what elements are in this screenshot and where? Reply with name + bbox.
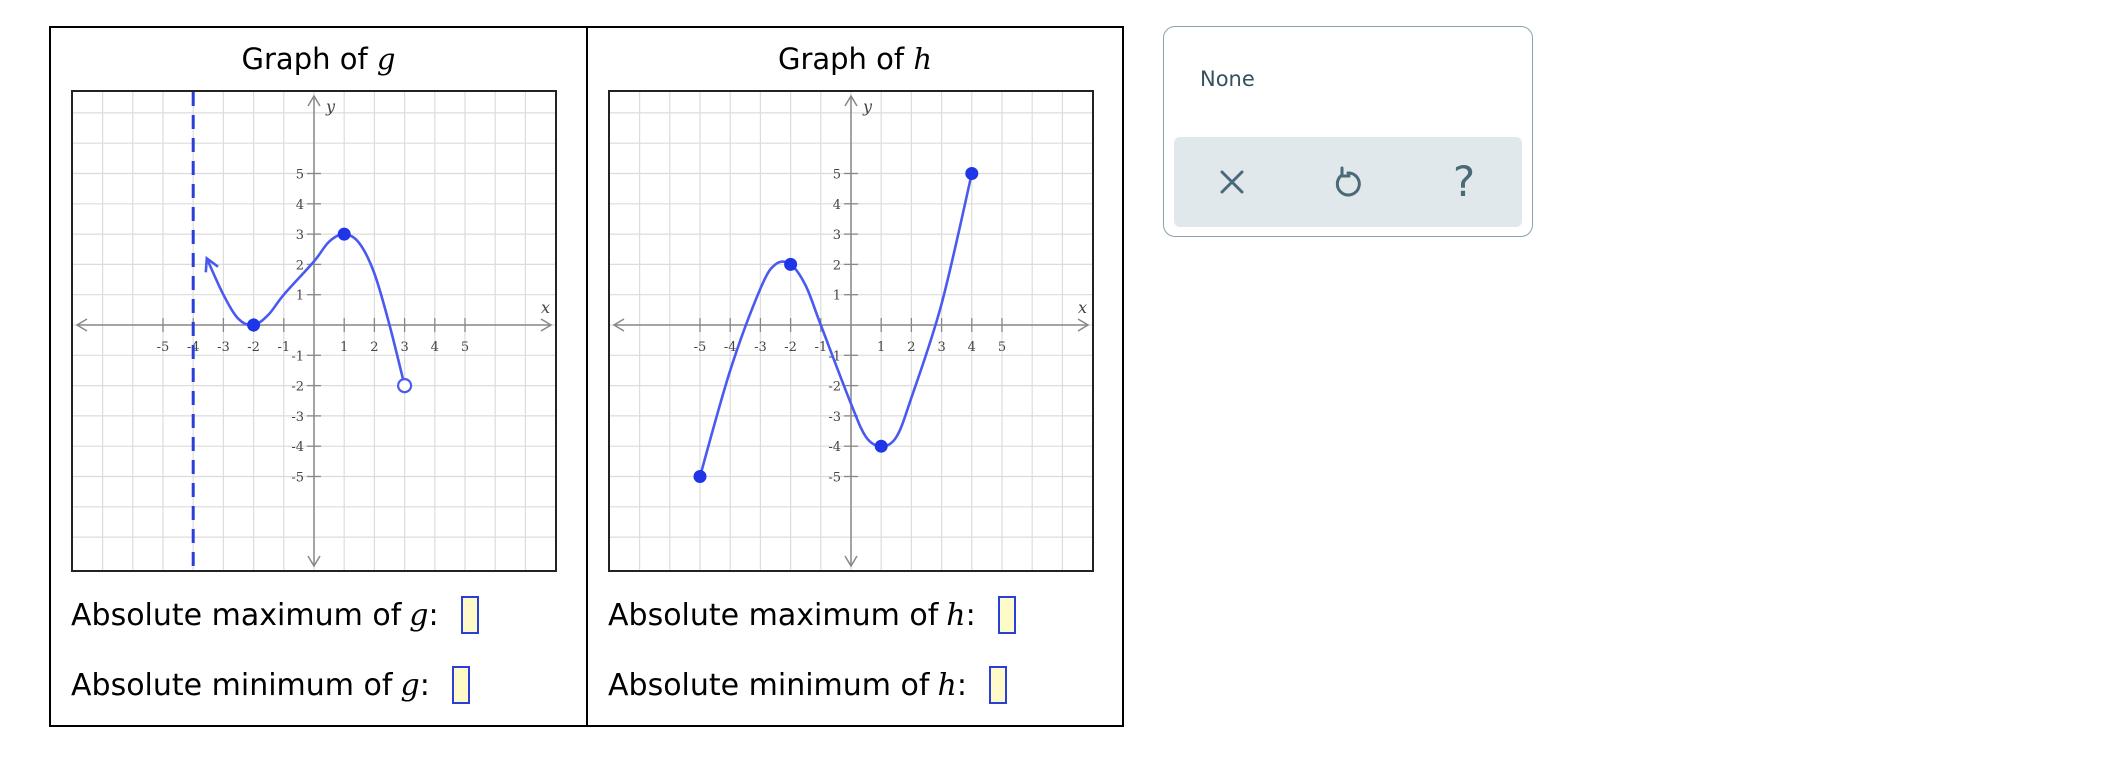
x-tick-label: 5 [461, 340, 469, 355]
closed-point [693, 470, 707, 483]
x-tick-label: -5 [694, 340, 707, 355]
x-axis-label: x [541, 298, 550, 317]
question-table: Graph of g -5 -4 -3 -2 -1 1 2 3 4 5 -5 -4 -3 -2 -1 1 2 3 4… [49, 26, 1124, 727]
abs-min-h-row: Absolute minimum of h : [608, 666, 1007, 704]
abs-min-g-input[interactable] [451, 666, 470, 704]
y-axis-label: y [325, 97, 336, 116]
graph-h-svg: -5 -4 -3 -2 -1 1 2 3 4 5-5-4-3-2-112345xy [610, 92, 1092, 570]
abs-max-g-var: g [409, 597, 429, 633]
y-tick-label: -2 [291, 380, 304, 395]
graph-g-title: Graph of g [51, 42, 586, 76]
abs-max-g-row: Absolute maximum of g : [71, 596, 479, 634]
x-tick-label: 2 [907, 340, 915, 355]
y-tick-label: -2 [828, 380, 841, 395]
x-tick-label: -1 [277, 340, 290, 355]
abs-max-h-var: h [946, 597, 966, 633]
x-tick-label: 4 [431, 340, 439, 355]
abs-max-h-input[interactable] [997, 596, 1016, 634]
y-tick-label: 3 [296, 228, 304, 243]
x-tick-label: -3 [217, 340, 230, 355]
abs-max-h-colon: : [965, 597, 976, 633]
graph-g-title-var: g [376, 42, 396, 76]
y-tick-label: 5 [296, 168, 304, 183]
x-tick-label: -5 [157, 340, 170, 355]
x-tick-label: -1 [814, 340, 827, 355]
x-tick-label: 1 [877, 340, 885, 355]
abs-max-g-label: Absolute maximum of [71, 597, 402, 633]
y-tick-label: 1 [833, 289, 841, 304]
abs-min-h-colon: : [956, 667, 967, 703]
y-tick-label: 2 [296, 258, 304, 273]
open-point [397, 378, 413, 394]
y-tick-label: -1 [291, 349, 304, 364]
y-tick-label: 4 [296, 198, 304, 213]
graph-h-plot: -5 -4 -3 -2 -1 1 2 3 4 5 -5 -4 -3 -2 -1 1 2 3 4 5 x y [608, 90, 1094, 572]
y-tick-label: -4 [828, 440, 841, 455]
x-tick-label: 3 [400, 340, 408, 355]
x-tick-label: 2 [370, 340, 378, 355]
x-tick-label: -4 [724, 340, 737, 355]
answer-status: None [1200, 67, 1255, 91]
x-tick-label: -2 [784, 340, 797, 355]
x-tick-label: 1 [340, 340, 348, 355]
closed-point [874, 439, 888, 453]
y-tick-label: -5 [291, 471, 304, 486]
y-tick-label: -3 [291, 410, 304, 425]
abs-min-g-label: Absolute minimum of [71, 667, 393, 703]
x-tick-label: -3 [754, 340, 767, 355]
y-tick-label: 1 [296, 289, 304, 304]
clear-button[interactable] [1202, 152, 1262, 212]
graph-h-title-var: h [913, 42, 933, 76]
y-tick-label: 4 [833, 198, 841, 213]
y-tick-label: -5 [828, 471, 841, 486]
closed-point [247, 318, 261, 332]
y-tick-label: -3 [828, 410, 841, 425]
closed-point [337, 227, 351, 241]
graph-g-svg: -5-4-3-2-112345-5-4-3-2-112345xy [73, 92, 555, 570]
abs-min-h-input[interactable] [988, 666, 1007, 704]
y-tick-label: 2 [833, 258, 841, 273]
x-tick-label: 4 [968, 340, 976, 355]
answer-panel: None ? [1163, 26, 1533, 237]
graph-g-column: Graph of g -5-4-3-2-112345-5-4-3-2-11234… [51, 28, 588, 725]
graph-h-column: Graph of h -5 -4 -3 -2 -1 1 2 3 4 5 -5 -4 -3 -2 -1 1 2 3 4… [588, 28, 1122, 725]
abs-max-h-label: Absolute maximum of [608, 597, 939, 633]
answer-toolbar: ? [1174, 137, 1522, 227]
x-tick-label: 5 [998, 340, 1006, 355]
graph-g-plot: -5-4-3-2-112345-5-4-3-2-112345xy [71, 90, 557, 572]
y-tick-label: 3 [833, 228, 841, 243]
undo-button[interactable] [1318, 152, 1378, 212]
y-tick-label: -4 [291, 440, 304, 455]
help-icon: ? [1452, 157, 1476, 206]
help-button[interactable]: ? [1434, 152, 1494, 212]
graph-g-title-text: Graph of [241, 42, 368, 76]
abs-min-g-row: Absolute minimum of g : [71, 666, 470, 704]
clear-icon [1220, 170, 1244, 194]
abs-max-g-input[interactable] [460, 596, 479, 634]
abs-min-h-var: h [937, 667, 957, 703]
undo-icon [1335, 166, 1361, 197]
y-tick-label: 5 [833, 168, 841, 183]
graph-h-title: Graph of h [588, 42, 1122, 76]
closed-point [965, 167, 979, 180]
x-axis-label: x [1078, 298, 1087, 317]
abs-min-g-var: g [400, 667, 420, 703]
x-tick-label: 3 [937, 340, 945, 355]
graph-h-title-text: Graph of [777, 42, 905, 76]
abs-min-g-colon: : [419, 667, 430, 703]
abs-max-g-colon: : [428, 597, 439, 633]
abs-min-h-label: Absolute minimum of [608, 667, 930, 703]
y-axis-label: y [862, 97, 873, 116]
abs-max-h-row: Absolute maximum of h : [608, 596, 1016, 634]
closed-point [784, 257, 798, 271]
x-tick-label: -2 [247, 340, 260, 355]
